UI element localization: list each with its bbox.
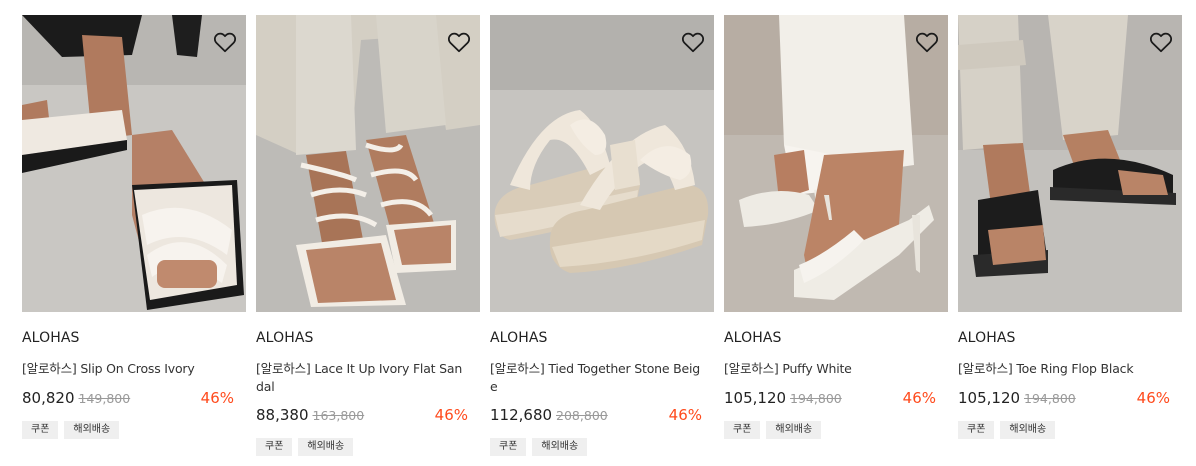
product-photo-puffy-white xyxy=(724,15,948,312)
discount-rate: 46% xyxy=(1136,389,1170,407)
product-card[interactable]: ALOHAS [알로하스] Puffy White 105,120 194,80… xyxy=(724,15,948,456)
brand-name[interactable]: ALOHAS xyxy=(256,330,480,347)
price-row: 105,120 194,800 46% xyxy=(958,389,1170,407)
sale-price: 88,380 xyxy=(256,406,309,424)
product-title[interactable]: [알로하스] Tied Together Stone Beige xyxy=(490,360,700,396)
wishlist-heart-icon[interactable] xyxy=(1148,29,1174,55)
original-price: 149,800 xyxy=(78,391,131,406)
product-card[interactable]: ALOHAS [알로하스] Slip On Cross Ivory 80,820… xyxy=(22,15,246,456)
sale-price: 80,820 xyxy=(22,389,75,407)
product-photo-toe-ring-flop-black xyxy=(958,15,1182,312)
price-row: 88,380 163,800 46% xyxy=(256,406,468,424)
overseas-shipping-tag: 해외배송 xyxy=(1000,421,1056,439)
wishlist-heart-icon[interactable] xyxy=(680,29,706,55)
discount-rate: 46% xyxy=(668,406,702,424)
wishlist-heart-icon[interactable] xyxy=(914,29,940,55)
price-row: 112,680 208,800 46% xyxy=(490,406,702,424)
discount-rate: 46% xyxy=(902,389,936,407)
wishlist-heart-icon[interactable] xyxy=(212,29,238,55)
overseas-shipping-tag: 해외배송 xyxy=(64,421,120,439)
tag-list: 쿠폰 해외배송 xyxy=(958,421,1182,439)
overseas-shipping-tag: 해외배송 xyxy=(766,421,822,439)
product-image[interactable] xyxy=(724,15,948,312)
product-card[interactable]: ALOHAS [알로하스] Tied Together Stone Beige … xyxy=(490,15,714,456)
price-row: 80,820 149,800 46% xyxy=(22,389,234,407)
overseas-shipping-tag: 해외배송 xyxy=(532,438,588,456)
sale-price: 112,680 xyxy=(490,406,553,424)
wishlist-heart-icon[interactable] xyxy=(446,29,472,55)
discount-rate: 46% xyxy=(434,406,468,424)
product-title[interactable]: [알로하스] Toe Ring Flop Black xyxy=(958,360,1168,378)
original-price: 208,800 xyxy=(556,408,608,423)
brand-name[interactable]: ALOHAS xyxy=(724,330,948,347)
product-photo-lace-it-up-ivory xyxy=(256,15,480,312)
product-image[interactable] xyxy=(490,15,714,312)
product-title[interactable]: [알로하스] Puffy White xyxy=(724,360,934,378)
product-photo-slip-on-cross-ivory xyxy=(22,15,246,312)
product-image[interactable] xyxy=(958,15,1182,312)
product-photo-tied-together-stone-beige xyxy=(490,15,714,312)
discount-rate: 46% xyxy=(200,389,234,407)
product-title[interactable]: [알로하스] Slip On Cross Ivory xyxy=(22,360,232,378)
original-price: 194,800 xyxy=(790,391,842,406)
product-card[interactable]: ALOHAS [알로하스] Lace It Up Ivory Flat Sand… xyxy=(256,15,480,456)
tag-list: 쿠폰 해외배송 xyxy=(490,438,714,456)
coupon-tag: 쿠폰 xyxy=(724,421,761,439)
brand-name[interactable]: ALOHAS xyxy=(490,330,714,347)
tag-list: 쿠폰 해외배송 xyxy=(724,421,948,439)
coupon-tag: 쿠폰 xyxy=(958,421,995,439)
brand-name[interactable]: ALOHAS xyxy=(22,330,246,347)
product-image[interactable] xyxy=(256,15,480,312)
original-price: 163,800 xyxy=(312,408,365,423)
coupon-tag: 쿠폰 xyxy=(256,438,293,456)
product-image[interactable] xyxy=(22,15,246,312)
product-grid: ALOHAS [알로하스] Slip On Cross Ivory 80,820… xyxy=(22,15,1182,456)
price-row: 105,120 194,800 46% xyxy=(724,389,936,407)
product-card[interactable]: ALOHAS [알로하스] Toe Ring Flop Black 105,12… xyxy=(958,15,1182,456)
original-price: 194,800 xyxy=(1024,391,1076,406)
sale-price: 105,120 xyxy=(958,389,1021,407)
brand-name[interactable]: ALOHAS xyxy=(958,330,1182,347)
product-title[interactable]: [알로하스] Lace It Up Ivory Flat Sandal xyxy=(256,360,466,396)
coupon-tag: 쿠폰 xyxy=(490,438,527,456)
sale-price: 105,120 xyxy=(724,389,787,407)
tag-list: 쿠폰 해외배송 xyxy=(256,438,480,456)
tag-list: 쿠폰 해외배송 xyxy=(22,421,246,439)
overseas-shipping-tag: 해외배송 xyxy=(298,438,354,456)
coupon-tag: 쿠폰 xyxy=(22,421,59,439)
